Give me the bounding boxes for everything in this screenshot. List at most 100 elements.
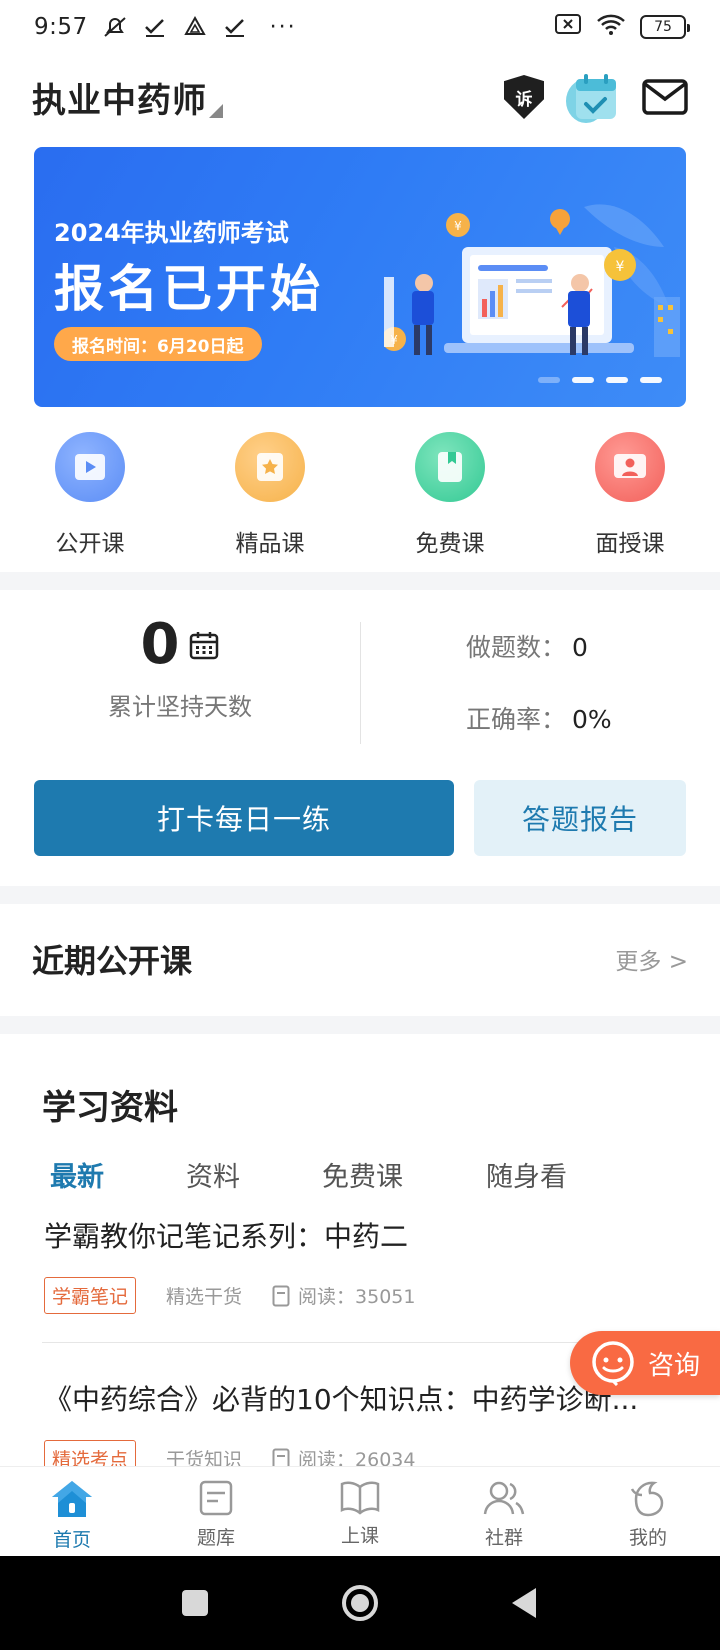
sim-off-icon: [554, 12, 582, 42]
svg-text:¥: ¥: [616, 259, 625, 275]
dropdown-corner-icon[interactable]: [209, 104, 223, 118]
study-materials-title: 学习资料: [42, 1088, 178, 1128]
tabbar-class[interactable]: 上课: [288, 1467, 432, 1556]
consult-label: 咨询: [648, 1350, 701, 1381]
system-nav-bar: [0, 1556, 720, 1650]
mute-icon: [102, 14, 128, 40]
tab-latest[interactable]: 最新: [50, 1155, 186, 1194]
open-book-icon: [340, 1481, 380, 1515]
app-screen: 9:57 ··· 75 执业中药师 诉 2024年执业药师考试 报名已开始 报名…: [0, 0, 720, 1650]
banner-indicator[interactable]: [606, 377, 628, 383]
nav-open-course[interactable]: 公开课: [0, 432, 180, 562]
tabbar-label: 我的: [628, 1527, 667, 1549]
stats-divider: [360, 622, 361, 744]
streak-count: 0: [141, 612, 220, 677]
profile-icon: [630, 1481, 664, 1517]
bottom-tab-bar: 首页 题库 上课 社群 我的: [0, 1466, 720, 1556]
article-category: 精选干货: [166, 1286, 243, 1308]
tabbar-home[interactable]: 首页: [0, 1467, 144, 1556]
recent-open-courses-header: 近期公开课 更多 >: [0, 904, 720, 1014]
nav-free-course[interactable]: 免费课: [360, 432, 540, 562]
practice-stats: 0 累计坚持天数 做题数： 0 正确率： 0%: [0, 592, 720, 752]
nav-onsite-course[interactable]: 面授课: [540, 432, 720, 562]
nav-label: 公开课: [55, 531, 125, 557]
banner-illustration: ¥ ¥ ¥: [384, 204, 680, 357]
promo-banner[interactable]: 2024年执业药师考试 报名已开始 报名时间：6月20日起 ¥ ¥ ¥: [34, 147, 686, 407]
list-item[interactable]: 学霸教你记笔记系列：中药二 学霸笔记 精选干货 阅读：35051: [44, 1215, 680, 1314]
accuracy-value: 0%: [572, 705, 612, 734]
tabbar-label: 首页: [52, 1529, 91, 1551]
questions-done: 做题数： 0: [466, 628, 588, 664]
battery-icon: 75: [640, 15, 690, 39]
tabbar-label: 题库: [196, 1527, 235, 1549]
tab-materials[interactable]: 资料: [186, 1155, 322, 1194]
page-title[interactable]: 执业中药师: [32, 73, 207, 122]
banner-indicators: [538, 377, 662, 383]
banner-subtitle: 2024年执业药师考试: [54, 219, 289, 247]
banner-indicator[interactable]: [640, 377, 662, 383]
nav-label: 精品课: [235, 531, 305, 557]
play-icon: [55, 432, 125, 502]
list-item[interactable]: 《中药综合》必背的10个知识点：中药学诊断... 精选考点 干货知识 阅读：26…: [44, 1378, 680, 1477]
book-icon: [415, 432, 485, 502]
questions-label: 做题数：: [466, 633, 567, 662]
section-divider: [0, 572, 720, 590]
customer-service-icon: [592, 1341, 634, 1386]
teacher-icon: [595, 432, 665, 502]
document-icon: [272, 1285, 290, 1306]
read-count: 阅读：35051: [298, 1286, 416, 1308]
calendar-icon[interactable]: [189, 630, 219, 660]
nav-label: 面授课: [595, 531, 665, 557]
daily-checkin-button[interactable]: 打卡每日一练: [34, 780, 454, 856]
wifi-icon: [596, 12, 626, 42]
banner-headline: 报名已开始: [54, 260, 324, 318]
tab-portable[interactable]: 随身看: [486, 1155, 606, 1194]
tabbar-community[interactable]: 社群: [432, 1467, 576, 1556]
nav-premium-course[interactable]: 精品课: [180, 432, 360, 562]
svg-text:¥: ¥: [454, 219, 462, 233]
complaint-shield-icon[interactable]: 诉: [504, 75, 544, 119]
status-right: 75: [554, 12, 690, 42]
community-icon: [483, 1481, 525, 1515]
section-title: 近期公开课: [32, 942, 193, 980]
back-icon[interactable]: [510, 1586, 540, 1620]
header-actions: 诉: [504, 71, 688, 123]
status-time: 9:57: [34, 14, 88, 40]
questions-value: 0: [572, 633, 588, 662]
drive-icon: [182, 14, 208, 40]
article-reads: 阅读：35051: [272, 1282, 415, 1309]
tabbar-question-bank[interactable]: 题库: [144, 1467, 288, 1556]
article-title[interactable]: 学霸教你记笔记系列：中药二: [44, 1215, 680, 1255]
study-tabs: 最新 资料 免费课 随身看: [50, 1155, 606, 1194]
check-icon: [142, 14, 168, 40]
checkin-calendar-icon[interactable]: [566, 71, 620, 123]
tabbar-label: 上课: [340, 1525, 379, 1547]
tabbar-label: 社群: [484, 1527, 523, 1549]
home-icon: [52, 1481, 92, 1517]
accuracy-label: 正确率：: [466, 705, 567, 734]
section-divider: [0, 886, 720, 904]
consult-button[interactable]: 咨询: [570, 1331, 720, 1395]
tabbar-profile[interactable]: 我的: [576, 1467, 720, 1556]
home-nav-icon[interactable]: [340, 1583, 380, 1623]
banner-indicator[interactable]: [572, 377, 594, 383]
question-bank-icon: [199, 1480, 233, 1516]
tab-free-course[interactable]: 免费课: [322, 1155, 486, 1194]
streak-block: 0 累计坚持天数: [0, 612, 360, 722]
star-book-icon: [235, 432, 305, 502]
streak-label: 累计坚持天数: [108, 693, 252, 721]
article-meta: 学霸笔记 精选干货 阅读：35051: [44, 1277, 680, 1314]
mail-icon[interactable]: [642, 79, 688, 115]
check-icon: [222, 14, 248, 40]
course-category-nav: 公开课 精品课 免费课 面授课: [0, 432, 720, 562]
complaint-icon-text: 诉: [515, 89, 533, 110]
section-divider: [0, 1016, 720, 1034]
recent-apps-icon[interactable]: [180, 1588, 210, 1618]
streak-days: 0: [140, 612, 180, 677]
banner-date-pill: 报名时间：6月20日起: [54, 327, 262, 361]
status-bar: 9:57 ··· 75: [0, 0, 720, 54]
answer-report-button[interactable]: 答题报告: [474, 780, 686, 856]
more-link[interactable]: 更多 >: [615, 942, 688, 976]
more-notifications-icon: ···: [269, 14, 297, 40]
banner-indicator[interactable]: [538, 377, 560, 383]
